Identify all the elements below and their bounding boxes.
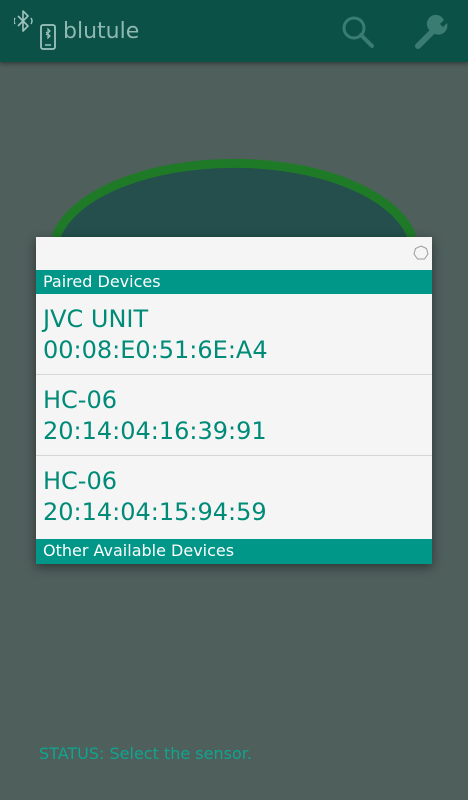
settings-button[interactable] <box>410 12 452 52</box>
dialog-header <box>36 237 432 270</box>
app-title: blutule <box>63 19 140 44</box>
device-address: 20:14:04:15:94:59 <box>43 498 267 526</box>
wrench-icon <box>415 14 448 49</box>
device-name: HC-06 <box>43 467 118 495</box>
device-address: 00:08:E0:51:6E:A4 <box>43 336 268 364</box>
app-bar: blutule <box>0 0 468 62</box>
device-item-hc-06-1[interactable]: HC-06 20:14:04:16:39:91 <box>36 375 432 456</box>
paired-devices-header: Paired Devices <box>36 270 432 294</box>
progress-spinner-icon <box>413 245 429 261</box>
search-icon <box>342 16 374 48</box>
device-name: JVC UNIT <box>43 305 149 333</box>
device-item-hc-06-2[interactable]: HC-06 20:14:04:15:94:59 <box>36 456 432 539</box>
device-name: HC-06 <box>43 386 118 414</box>
gauge-fill <box>56 163 412 237</box>
device-picker-dialog: Paired Devices JVC UNIT 00:08:E0:51:6E:A… <box>36 237 432 564</box>
other-devices-header: Other Available Devices <box>36 539 432 564</box>
search-button[interactable] <box>340 14 376 50</box>
device-item-jvc-unit[interactable]: JVC UNIT 00:08:E0:51:6E:A4 <box>36 294 432 375</box>
gauge-ring <box>51 158 417 239</box>
device-address: 20:14:04:16:39:91 <box>43 417 267 445</box>
status-text: STATUS: Select the sensor. <box>39 744 252 763</box>
bluetooth-phone-icon <box>13 10 58 54</box>
